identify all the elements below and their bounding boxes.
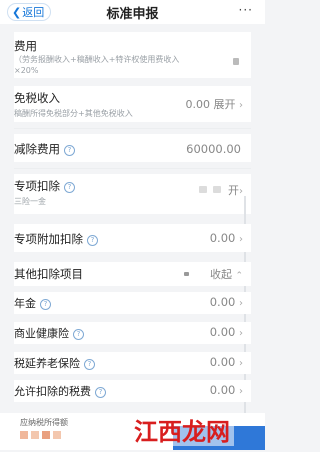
help-icon[interactable]: ? [64,145,75,156]
item-label: 税延养老保险 [14,357,80,370]
chevron-up-icon: ⌃ [235,271,243,281]
special-deduction-note: 三险一金 [14,197,46,206]
fee-label: 费用 [14,39,37,53]
help-icon[interactable]: ? [84,359,95,370]
item-label: 年金 [14,297,36,310]
help-icon[interactable]: ? [95,387,106,398]
special-deduction-expand[interactable]: 开› [228,182,243,198]
fee-card: 费用 （劳务报酬收入+稿酬收入+特许权使用费收入 ×20% [14,32,251,78]
chevron-right-icon: › [239,358,243,369]
fee-note-line2: ×20% [14,66,39,75]
divider [14,128,251,129]
exempt-expand[interactable]: 0.00 展开 › [186,96,244,112]
exempt-income-row[interactable]: 免税收入 稿酬所得免税部分+其他免税收入 0.00 展开 › [14,86,251,122]
blurred-value [20,431,70,439]
watermark-text: 江西龙网 [134,418,230,446]
special-additional-row[interactable]: 专项附加扣除? 0.00 › [14,224,251,252]
collapse-label: 收起 [209,268,232,281]
blurred-value [184,272,189,276]
special-deduction-expand-label: 开 [228,184,239,197]
more-icon[interactable]: ··· [239,3,253,17]
help-icon[interactable]: ? [73,329,84,340]
item-value: 0.00 [209,295,236,309]
other-deductions-header[interactable]: 其他扣除项目 收起 ⌃ [14,262,251,286]
chevron-right-icon: › [239,234,243,245]
taxable-income-label: 应纳税所得额 [20,418,68,427]
deduction-fee-value: 60000.00 [186,142,241,156]
list-item[interactable]: 商业健康险? 0.00 › [14,322,251,344]
item-label: 商业健康险 [14,327,69,340]
blurred-value [199,186,207,193]
item-label: 允许扣除的税费 [14,385,91,398]
watermark-logo: 江西龙网 [130,416,234,446]
help-icon[interactable]: ? [87,235,98,246]
item-value: 0.00 [209,325,236,339]
page-title: 标准申报 [106,7,159,22]
special-additional-value: 0.00 [209,231,236,245]
list-item[interactable]: 允许扣除的税费? 0.00 › [14,380,251,402]
exempt-expand-label: 展开 [213,98,236,111]
other-deductions-label: 其他扣除项目 [14,267,83,281]
chevron-right-icon: › [239,386,243,397]
blurred-value [233,58,239,65]
fee-note-line1: （劳务报酬收入+稿酬收入+特许权使用费收入 [14,55,180,64]
chevron-right-icon: › [239,100,243,111]
watermark: 江西龙网 [128,412,236,448]
chevron-right-icon: › [239,186,243,197]
list-item[interactable]: 税延养老保险? 0.00 › [14,352,251,374]
deduction-fee-label: 减除费用 [14,142,60,156]
collapse-toggle[interactable]: 收起 ⌃ [210,266,243,282]
help-icon[interactable]: ? [40,299,51,310]
chevron-right-icon: › [239,298,243,309]
deduction-fee-row: 减除费用? 60000.00 [14,134,251,162]
item-value: 0.00 [209,355,236,369]
exempt-income-label: 免税收入 [14,91,60,105]
special-additional-label: 专项附加扣除 [14,232,83,246]
top-bar: ❮ 返回 标准申报 ··· [0,0,265,24]
exempt-income-value: 0.00 [185,98,211,111]
list-item[interactable]: 年金? 0.00 › [14,292,251,314]
divider [14,168,251,169]
blurred-value [213,186,221,193]
special-deduction-label: 专项扣除 [14,179,60,193]
chevron-right-icon: › [239,328,243,339]
special-deduction-row[interactable]: 专项扣除? 三险一金 开› [14,174,251,214]
item-value: 0.00 [209,383,236,397]
exempt-income-note: 稿酬所得免税部分+其他免税收入 [14,109,133,118]
help-icon[interactable]: ? [64,182,75,193]
